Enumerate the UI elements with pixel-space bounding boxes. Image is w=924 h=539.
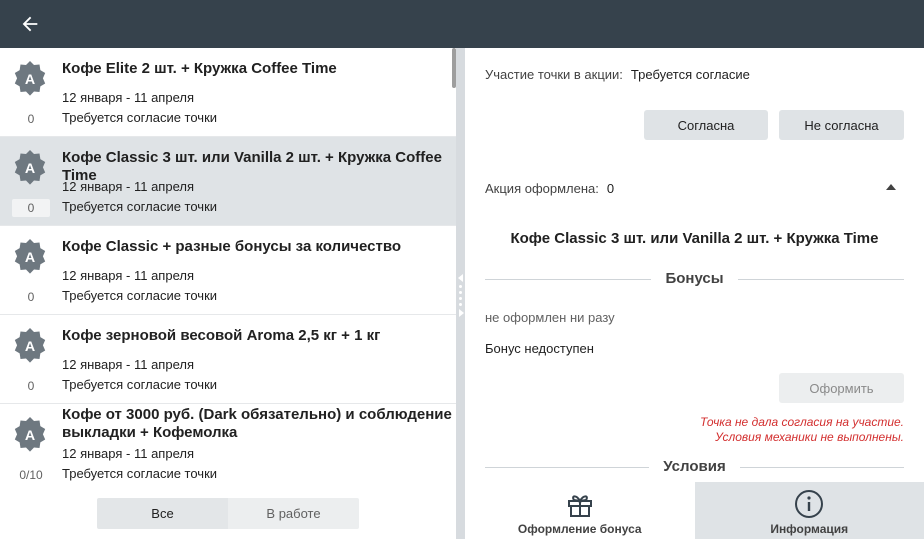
promo-status: Требуется согласие точки: [62, 199, 218, 214]
not-issued-text: не оформлен ни разу: [485, 310, 615, 325]
bonuses-section-header: Бонусы: [485, 270, 904, 288]
badge-letter: А: [25, 428, 35, 444]
back-button[interactable]: [14, 8, 46, 40]
issued-label: Акция оформлена:: [485, 181, 599, 196]
grip-dot: [459, 297, 462, 300]
warning-conditions: Условия механики не выполнены.: [715, 430, 904, 444]
promo-item[interactable]: А 0 Кофе Elite 2 шт. + Кружка Coffee Tim…: [0, 48, 456, 137]
tab-bonus-registration[interactable]: Оформление бонуса: [465, 482, 695, 539]
warning-participation: Точка не дала согласия на участие.: [700, 415, 904, 429]
promo-status: Требуется согласие точки: [62, 110, 218, 125]
issued-row: Акция оформлена: 0: [485, 181, 614, 196]
promo-item[interactable]: А 0 Кофе Classic + разные бонусы за коли…: [0, 226, 456, 315]
promo-title: Кофе от 3000 руб. (Dark обязательно) и с…: [62, 406, 452, 441]
promo-list: А 0 Кофе Elite 2 шт. + Кружка Coffee Tim…: [0, 48, 456, 539]
promo-dates: 12 января - 11 апреля: [62, 357, 194, 372]
promo-item[interactable]: А 0/10 Кофе от 3000 руб. (Dark обязатель…: [0, 404, 456, 494]
gift-icon: [567, 495, 592, 517]
top-bar: [0, 0, 924, 48]
chevron-up-icon[interactable]: [884, 182, 898, 192]
badge-letter: А: [25, 72, 35, 88]
grip-dot: [459, 303, 462, 306]
promo-status: Требуется согласие точки: [62, 288, 218, 303]
tab-information[interactable]: Информация: [694, 482, 924, 539]
star-badge-icon: А: [14, 238, 46, 274]
participation-row: Участие точки в акции: Требуется согласие: [485, 67, 750, 82]
pane-splitter[interactable]: [456, 48, 465, 539]
issue-bonus-button[interactable]: Оформить: [779, 373, 904, 403]
grip-dot: [459, 291, 462, 294]
arrow-left-icon: [22, 16, 38, 32]
detail-promo-title: Кофе Classic 3 шт. или Vanilla 2 шт. + К…: [510, 230, 879, 247]
tab-info-label: Информация: [770, 522, 849, 536]
promo-dates: 12 января - 11 апреля: [62, 179, 194, 194]
tab-bonus-label: Оформление бонуса: [517, 522, 642, 536]
grip-dot: [459, 285, 462, 288]
promo-status: Требуется согласие точки: [62, 377, 218, 392]
promo-title: Кофе зерновой весовой Aroma 2,5 кг + 1 к…: [62, 327, 381, 344]
promo-count: 0: [12, 199, 50, 217]
promo-count: 0: [12, 377, 50, 395]
promo-status: Требуется согласие точки: [62, 466, 218, 481]
promo-item-selected[interactable]: А 0 Кофе Classic 3 шт. или Vanilla 2 шт.…: [0, 137, 456, 226]
bonuses-header: Бонусы: [651, 270, 738, 287]
promo-title: Кофе Elite 2 шт. + Кружка Coffee Time: [62, 60, 337, 77]
star-badge-icon: А: [14, 327, 46, 363]
promo-dates: 12 января - 11 апреля: [62, 268, 194, 283]
bonus-unavailable-text: Бонус недоступен: [485, 341, 594, 356]
badge-letter: А: [25, 161, 35, 177]
conditions-section-header: Условия: [485, 458, 904, 476]
promo-title: Кофе Classic + разные бонусы за количест…: [62, 238, 402, 255]
promo-count: 0/10: [12, 466, 50, 484]
disagree-button[interactable]: Не согласна: [779, 110, 904, 140]
issued-value: 0: [606, 181, 615, 196]
agree-button[interactable]: Согласна: [644, 110, 768, 140]
participation-label: Участие точки в акции:: [485, 67, 623, 82]
badge-letter: А: [25, 250, 35, 266]
info-icon: [795, 490, 824, 518]
badge-letter: А: [25, 339, 35, 355]
conditions-header: Условия: [649, 458, 740, 475]
star-badge-icon: А: [14, 149, 46, 185]
collapse-left-icon: [458, 274, 463, 282]
promo-count: 0: [12, 110, 50, 128]
promo-dates: 12 января - 11 апреля: [62, 90, 194, 105]
filter-in-work-tab[interactable]: В работе: [228, 498, 359, 529]
promo-details: Участие точки в акции: Требуется согласие…: [465, 48, 924, 539]
filter-segmented-control: Все В работе: [97, 498, 359, 529]
bottom-navigation: Оформление бонуса Информация: [465, 482, 924, 539]
star-badge-icon: А: [14, 416, 46, 452]
promo-item[interactable]: А 0 Кофе зерновой весовой Aroma 2,5 кг +…: [0, 315, 456, 404]
expand-right-icon: [459, 309, 464, 317]
promo-count: 0: [12, 288, 50, 306]
promo-dates: 12 января - 11 апреля: [62, 446, 194, 461]
participation-value: Требуется согласие: [630, 67, 750, 82]
filter-all-tab[interactable]: Все: [97, 498, 228, 529]
star-badge-icon: А: [14, 60, 46, 96]
